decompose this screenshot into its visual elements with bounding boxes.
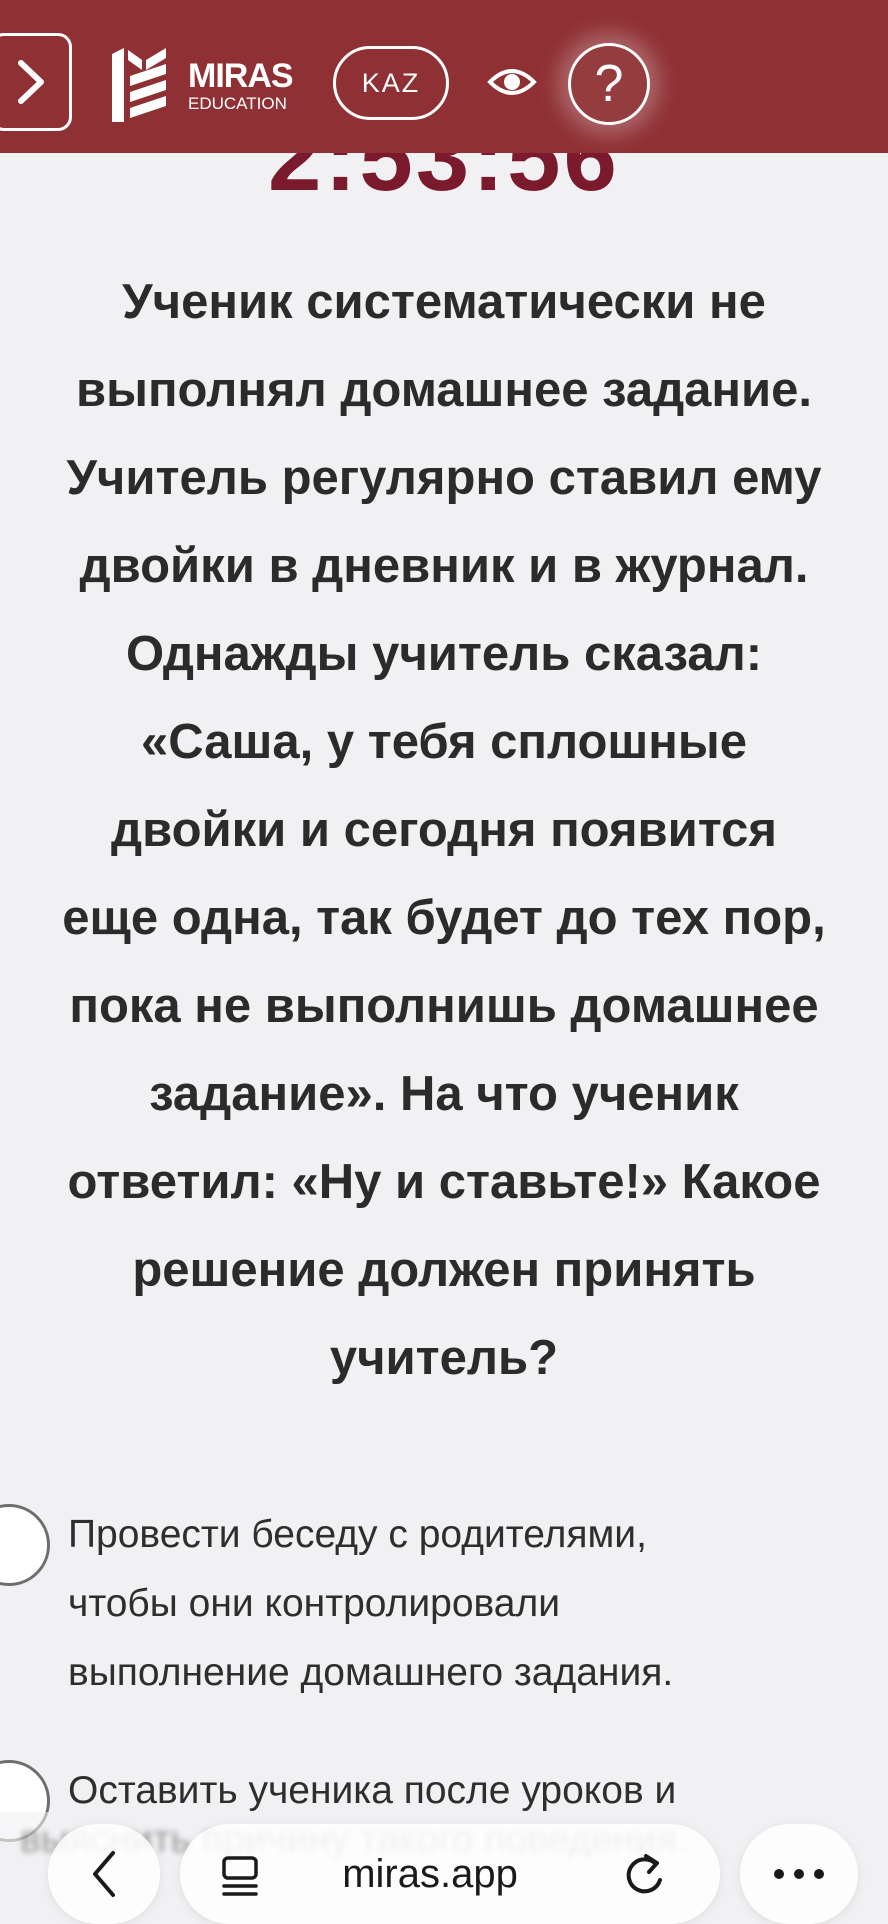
question-line: пока не выполнишь домашнее bbox=[69, 979, 819, 1033]
answer-line: Провести беседу с родителями, bbox=[68, 1513, 647, 1556]
answer-line: чтобы они контролировали bbox=[68, 1582, 561, 1625]
question-line: Учитель регулярно ставил ему bbox=[66, 451, 822, 505]
question-line: Ученик систематически не bbox=[122, 275, 766, 329]
url-text[interactable]: miras.app bbox=[280, 1852, 580, 1897]
question-line: решение должен принять bbox=[132, 1243, 756, 1297]
more-options-button[interactable] bbox=[740, 1824, 858, 1924]
question-text: Ученик систематически не выполнял домашн… bbox=[0, 258, 888, 1402]
reload-icon[interactable] bbox=[620, 1850, 668, 1900]
help-button[interactable]: ? bbox=[568, 43, 650, 125]
answer-text: Провести беседу с родителями, чтобы они … bbox=[68, 1500, 868, 1707]
menu-toggle-button[interactable] bbox=[0, 33, 72, 131]
question-line: двойки в дневник и в журнал. bbox=[79, 539, 809, 593]
logo-subtitle: EDUCATION bbox=[188, 93, 287, 113]
eye-icon bbox=[487, 69, 537, 95]
top-header: MIRAS EDUCATION KAZ ? bbox=[0, 0, 888, 153]
address-bar[interactable]: miras.app bbox=[180, 1824, 720, 1924]
accessibility-view-button[interactable] bbox=[486, 60, 538, 104]
question-line: Однажды учитель сказал: bbox=[125, 627, 763, 681]
answer-line: выполнение домашнего задания. bbox=[68, 1651, 674, 1694]
question-line: двойки и сегодня появится bbox=[111, 803, 777, 857]
logo-mark-icon bbox=[112, 48, 166, 122]
logo-text: MIRAS EDUCATION bbox=[188, 56, 294, 113]
page-tabs-icon[interactable] bbox=[220, 1854, 260, 1898]
question-line: выполнял домашнее задание. bbox=[75, 363, 813, 417]
language-button[interactable]: KAZ bbox=[333, 46, 449, 120]
miras-logo[interactable]: MIRAS EDUCATION bbox=[108, 44, 298, 126]
answer-radio[interactable] bbox=[0, 1504, 50, 1586]
browser-toolbar: выяснить причину такого поведения. miras… bbox=[0, 1812, 888, 1924]
question-line: учитель? bbox=[329, 1331, 559, 1385]
question-line: задание». На что ученик bbox=[149, 1067, 739, 1121]
question-line: ответил: «Ну и ставьте!» Какое bbox=[67, 1155, 821, 1209]
logo-brand: MIRAS bbox=[188, 56, 294, 95]
ellipsis-icon bbox=[774, 1869, 824, 1879]
answer-option-1[interactable]: Провести беседу с родителями, чтобы они … bbox=[0, 1500, 888, 1710]
chevron-left-icon bbox=[93, 1851, 115, 1897]
chevron-right-icon bbox=[18, 60, 44, 104]
question-line: «Саша, у тебя сплошные bbox=[141, 715, 747, 769]
browser-back-button[interactable] bbox=[48, 1824, 160, 1924]
question-line: еще одна, так будет до тех пор, bbox=[62, 891, 826, 945]
